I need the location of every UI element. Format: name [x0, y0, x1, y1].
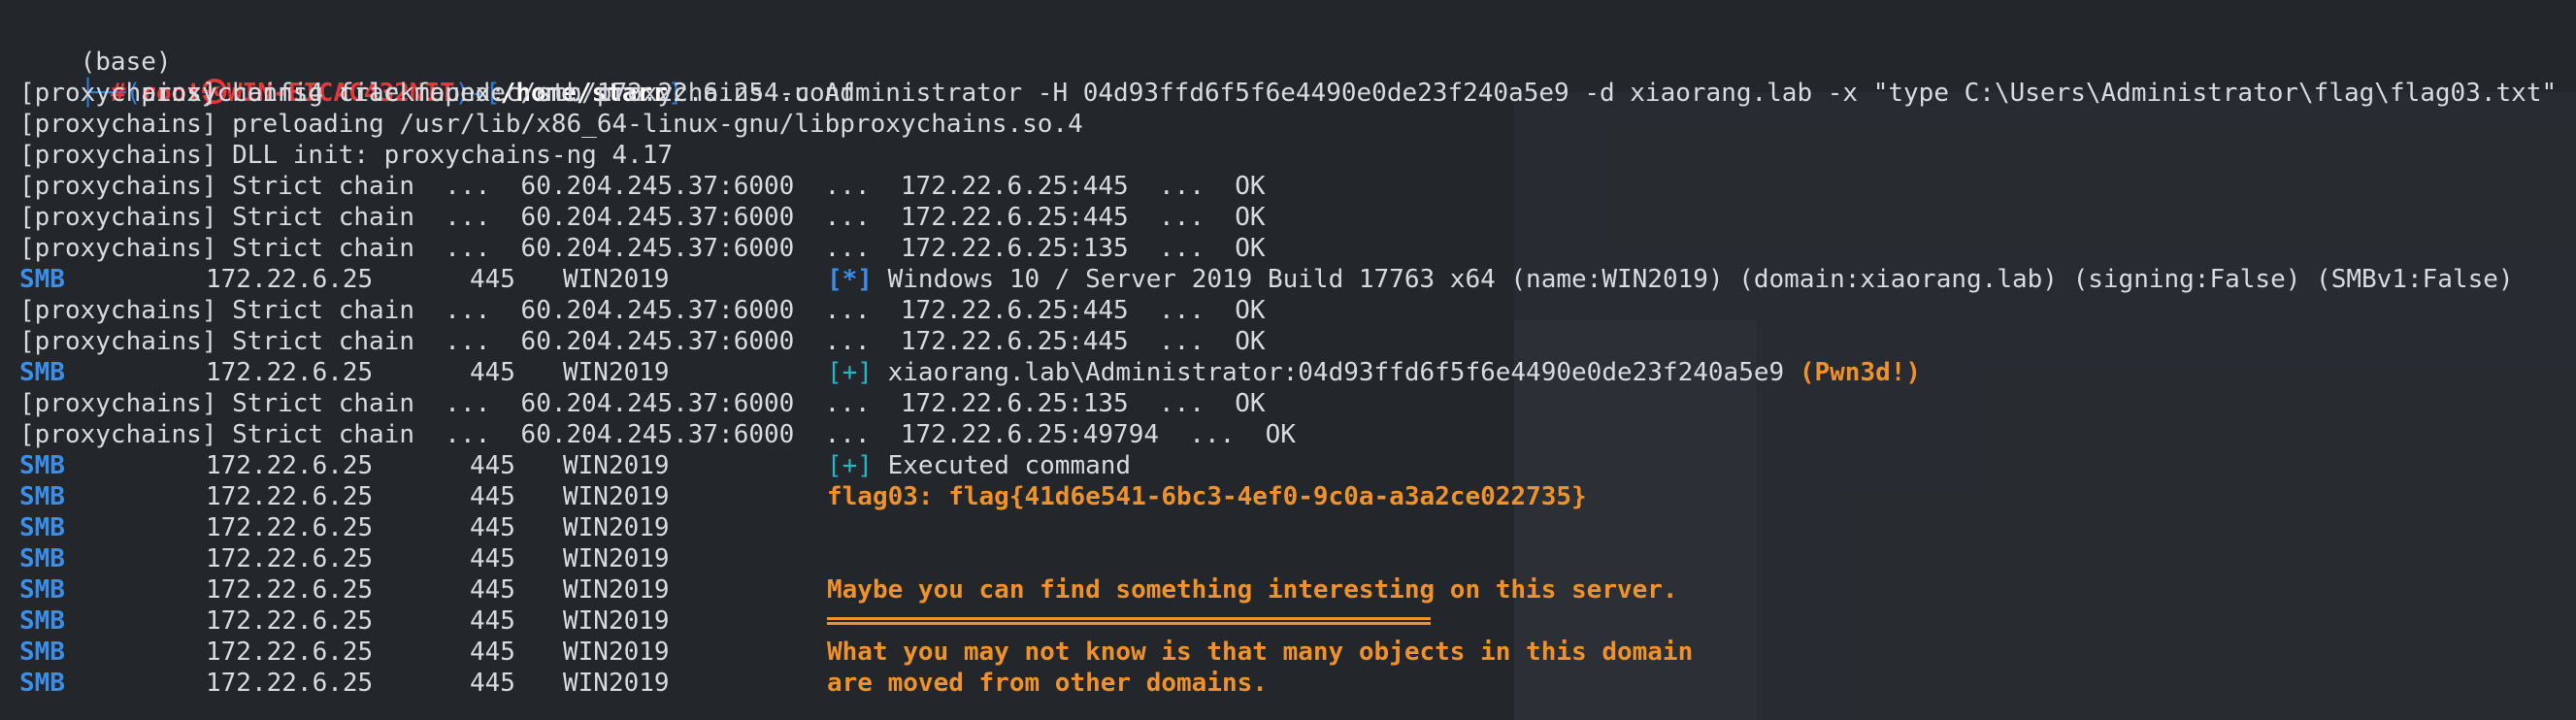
proxychains-row: [proxychains] Strict chain ... 60.204.24…	[19, 171, 2562, 202]
config-line: [proxychains] config file found: /etc/pr…	[19, 79, 855, 108]
smb-port: 445	[470, 265, 515, 294]
smb-hostname: WIN2019	[563, 451, 670, 480]
smb-hostname: WIN2019	[563, 669, 670, 698]
smb-ip: 172.22.6.25	[206, 638, 374, 667]
chain-target: 172.22.6.25:445 ... OK	[900, 172, 1266, 201]
smb-tag: SMB	[19, 482, 65, 511]
smb-row: SMB 172.22.6.25 445 WIN2019 are moved from o…	[19, 668, 2562, 699]
status-marker: [+]	[827, 358, 873, 387]
smb-ip: 172.22.6.25	[206, 265, 374, 294]
message-text: Executed command	[872, 451, 1132, 480]
smb-hostname: WIN2019	[563, 544, 670, 573]
smb-port: 445	[470, 575, 515, 605]
smb-tag: SMB	[19, 544, 65, 573]
smb-row: SMB 172.22.6.25 445 WIN2019 [+] Executed com…	[19, 450, 2562, 481]
status-marker: [*]	[827, 265, 873, 294]
proxychains-row: [proxychains] Strict chain ... 60.204.24…	[19, 233, 2562, 264]
smb-ip: 172.22.6.25	[206, 358, 374, 387]
smb-message: Maybe you can find something interesting…	[827, 574, 1678, 605]
smb-hostname: WIN2019	[563, 265, 670, 294]
smb-row: SMB 172.22.6.25 445 WIN2019 What you may not…	[19, 637, 2562, 668]
proxychains-row: [proxychains] Strict chain ... 60.204.24…	[19, 326, 2562, 357]
proxychains-row: [proxychains] Strict chain ... 60.204.24…	[19, 295, 2562, 326]
config-line: [proxychains] DLL init: proxychains-ng 4…	[19, 141, 674, 170]
smb-hostname: WIN2019	[563, 638, 670, 667]
chain-target: 172.22.6.25:135 ... OK	[900, 234, 1266, 263]
smb-hostname: WIN2019	[563, 575, 670, 605]
smb-ip: 172.22.6.25	[206, 544, 374, 573]
smb-row: SMB 172.22.6.25 445 WIN2019 Maybe you can fi…	[19, 574, 2562, 605]
proxychains-row: [proxychains] Strict chain ... 60.204.24…	[19, 388, 2562, 419]
smb-ip: 172.22.6.25	[206, 482, 374, 511]
smb-message: are moved from other domains.	[827, 668, 1268, 699]
smb-port: 445	[470, 606, 515, 636]
banner-text: What you may not know is that many objec…	[827, 638, 1694, 667]
smb-ip: 172.22.6.25	[206, 451, 374, 480]
chain-prefix: [proxychains] Strict chain ... 60.204.24…	[19, 327, 901, 356]
smb-row: SMB 172.22.6.25 445 WIN2019 [*] Windows 10 /…	[19, 264, 2562, 295]
chain-prefix: [proxychains] Strict chain ... 60.204.24…	[19, 296, 901, 325]
smb-hostname: WIN2019	[563, 606, 670, 636]
banner-text: flag03: flag{41d6e541-6bc3-4ef0-9c0a-a3a…	[827, 482, 1587, 511]
chain-prefix: [proxychains] Strict chain ... 60.204.24…	[19, 203, 901, 232]
smb-hostname: WIN2019	[563, 358, 670, 387]
banner-divider	[827, 617, 1431, 625]
smb-port: 445	[470, 638, 515, 667]
smb-port: 445	[470, 482, 515, 511]
smb-message: [+] Executed command	[827, 450, 1131, 481]
smb-hostname: WIN2019	[563, 513, 670, 542]
smb-tag: SMB	[19, 606, 65, 636]
proxychains-row: [proxychains] Strict chain ... 60.204.24…	[19, 419, 2562, 450]
smb-port: 445	[470, 544, 515, 573]
smb-row: SMB 172.22.6.25 445 WIN2019	[19, 512, 2562, 543]
smb-port: 445	[470, 669, 515, 698]
smb-tag: SMB	[19, 265, 65, 294]
proxychains-row: [proxychains] Strict chain ... 60.204.24…	[19, 202, 2562, 233]
smb-message: [+] xiaorang.lab\Administrator:04d93ffd6…	[827, 357, 1921, 388]
smb-port: 445	[470, 451, 515, 480]
smb-ip: 172.22.6.25	[206, 513, 374, 542]
chain-prefix: [proxychains] Strict chain ... 60.204.24…	[19, 389, 901, 418]
banner-text: are moved from other domains.	[827, 669, 1268, 698]
command-line[interactable]: └─# proxychains4 crackmapexec smb 172.22…	[19, 47, 2558, 108]
smb-tag: SMB	[19, 638, 65, 667]
banner-text: Maybe you can find something interesting…	[827, 575, 1678, 605]
terminal-window[interactable]: (base) ┌──(root㉿WIN-EICAC432NIT)-[/home/…	[0, 0, 2576, 720]
status-marker: [+]	[827, 451, 873, 480]
smb-message: [*] Windows 10 / Server 2019 Build 17763…	[827, 264, 2514, 295]
message-text: xiaorang.lab\Administrator:04d93ffd6f5f6…	[872, 358, 1800, 387]
smb-message: flag03: flag{41d6e541-6bc3-4ef0-9c0a-a3a…	[827, 481, 1587, 512]
chain-target: 172.22.6.25:445 ... OK	[900, 203, 1266, 232]
config-line: [proxychains] preloading /usr/lib/x86_64…	[19, 110, 1083, 139]
smb-message: What you may not know is that many objec…	[827, 637, 1693, 668]
smb-tag: SMB	[19, 513, 65, 542]
smb-ip: 172.22.6.25	[206, 575, 374, 605]
chain-target: 172.22.6.25:49794 ... OK	[900, 420, 1296, 449]
pwned-badge: (Pwn3d!)	[1799, 358, 1922, 387]
chain-target: 172.22.6.25:445 ... OK	[900, 296, 1266, 325]
smb-port: 445	[470, 513, 515, 542]
smb-hostname: WIN2019	[563, 482, 670, 511]
smb-row: SMB 172.22.6.25 445 WIN2019 [+] xiaorang.lab…	[19, 357, 2562, 388]
smb-ip: 172.22.6.25	[206, 669, 374, 698]
smb-tag: SMB	[19, 358, 65, 387]
smb-tag: SMB	[19, 575, 65, 605]
chain-prefix: [proxychains] Strict chain ... 60.204.24…	[19, 234, 901, 263]
message-text: Windows 10 / Server 2019 Build 17763 x64…	[872, 265, 2514, 294]
chain-prefix: [proxychains] Strict chain ... 60.204.24…	[19, 172, 901, 201]
smb-port: 445	[470, 358, 515, 387]
smb-tag: SMB	[19, 451, 65, 480]
chain-target: 172.22.6.25:445 ... OK	[900, 327, 1266, 356]
chain-target: 172.22.6.25:135 ... OK	[900, 389, 1266, 418]
smb-tag: SMB	[19, 669, 65, 698]
chain-prefix: [proxychains] Strict chain ... 60.204.24…	[19, 420, 901, 449]
smb-row: SMB 172.22.6.25 445 WIN2019 flag03: flag{41d…	[19, 481, 2562, 512]
smb-ip: 172.22.6.25	[206, 606, 374, 636]
smb-row: SMB 172.22.6.25 445 WIN2019	[19, 543, 2562, 574]
prompt-header: (base) ┌──(root㉿WIN-EICAC432NIT)-[/home/…	[19, 16, 683, 108]
